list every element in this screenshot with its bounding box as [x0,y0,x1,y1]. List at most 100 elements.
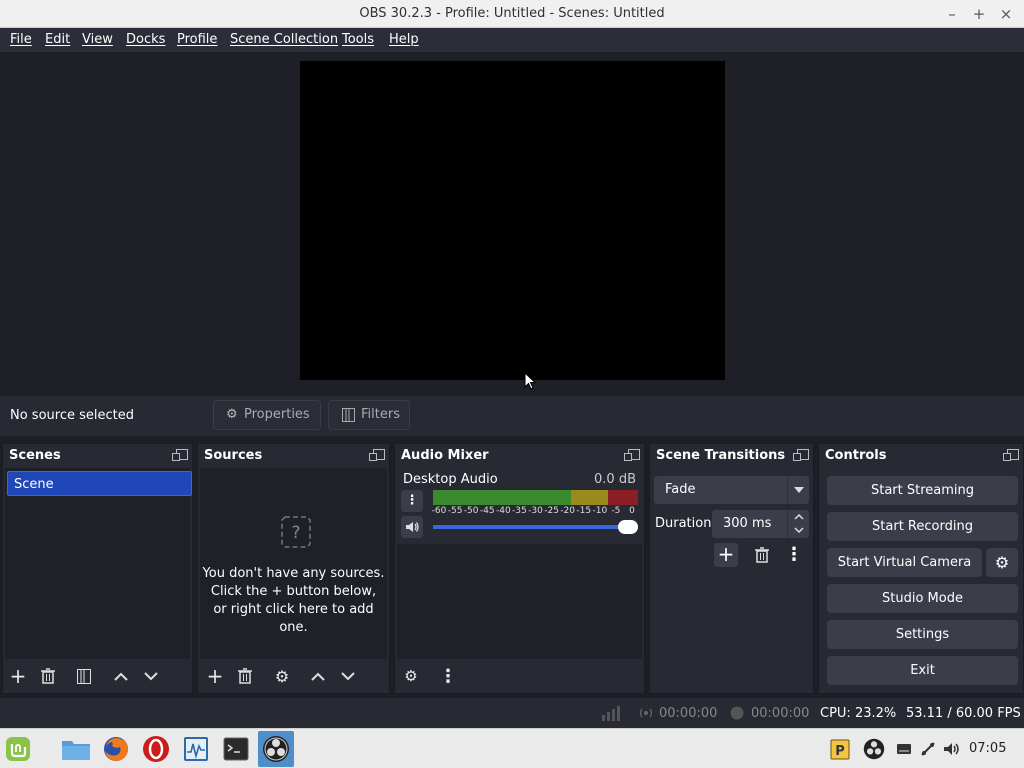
add-source-button[interactable]: + [203,664,227,688]
transition-select[interactable]: Fade [654,476,809,504]
start-streaming-button[interactable]: Start Streaming [827,476,1018,505]
meter-tick-label: -50 [463,506,479,516]
menu-tools[interactable]: Tools [342,32,374,47]
menu-view[interactable]: View [82,32,113,47]
undock-icon[interactable] [369,449,385,461]
network-icon [921,742,935,756]
duration-label: Duration [655,516,712,531]
maximize-button[interactable]: + [969,4,989,24]
undock-icon[interactable] [1003,449,1019,461]
remove-source-button[interactable] [233,665,257,687]
properties-button[interactable]: ⚙ Properties [213,400,321,430]
move-source-down-button[interactable] [336,665,360,687]
record-time: 00:00:00 [751,706,810,721]
scene-transitions-title: Scene Transitions [656,448,786,463]
app-red-taskbar-button[interactable] [140,733,172,765]
terminal-taskbar-button[interactable] [220,733,252,765]
mixer-menu-button[interactable]: ⋮ [436,665,460,687]
taskbar: P 07:05 [0,728,1024,768]
scene-filters-button[interactable] [72,665,96,687]
empty-sources-line-3: or right click here to add one. [213,602,374,635]
duration-stepper[interactable] [787,510,809,538]
scenes-list: Scene [5,468,192,659]
settings-button[interactable]: Settings [827,620,1018,649]
meter-yellow-zone [571,490,608,505]
advanced-audio-button[interactable]: ⚙ [399,665,423,687]
remove-transition-button[interactable] [750,543,774,567]
menu-scene-collection[interactable]: Scene Collection [230,32,338,47]
tray-volume-button[interactable] [938,733,966,765]
chevron-up-icon [114,672,128,681]
mute-button[interactable] [401,516,423,538]
add-transition-button[interactable]: + [714,543,738,567]
sources-dock: Sources ? You don't have any sources. Cl… [197,443,390,694]
chevron-up-icon[interactable] [794,514,804,520]
close-button[interactable]: × [996,4,1016,24]
scenes-title: Scenes [9,448,61,463]
volume-slider-handle[interactable] [618,520,638,534]
menu-profile[interactable]: Profile [177,32,217,47]
volume-icon [944,743,959,755]
system-monitor-taskbar-button[interactable] [180,733,212,765]
controls-dock: Controls Start Streaming Start Recording… [818,443,1024,694]
files-taskbar-button[interactable] [60,733,92,765]
minimize-button[interactable]: – [942,4,962,24]
add-scene-button[interactable]: + [6,664,30,688]
filters-label: Filters [361,407,400,422]
folder-icon [62,741,90,760]
scenes-toolbar: + [3,659,192,693]
clipboard-icon: P [830,739,850,760]
sources-list[interactable]: ? You don't have any sources. Click the … [200,468,387,659]
filters-button[interactable]: Filters [328,400,410,430]
chevron-down-icon [794,487,804,493]
volume-slider[interactable] [433,520,638,534]
trash-icon [755,547,769,563]
chevron-down-icon[interactable] [794,527,804,533]
menu-docks[interactable]: Docks [126,32,165,47]
meter-tick-label: 0 [629,506,635,516]
gear-icon: ⚙ [994,553,1010,572]
mixer-channel: Desktop Audio 0.0 dB ⋮ -60 -55 -50 -45 -… [397,468,642,544]
obs-taskbar-button[interactable] [258,731,294,767]
menu-help[interactable]: Help [389,32,419,47]
tray-obs-button[interactable] [860,733,888,765]
system-monitor-icon [184,737,208,761]
exit-button[interactable]: Exit [827,656,1018,685]
clock[interactable]: 07:05 [969,741,1006,756]
undock-icon[interactable] [793,449,809,461]
filter-icon [342,408,355,422]
record-icon [730,706,744,720]
remove-scene-button[interactable] [36,665,60,687]
volume-meter [433,490,638,505]
meter-tick-label: -20 [560,506,576,516]
undock-icon[interactable] [624,449,640,461]
svg-text:?: ? [291,523,300,543]
scene-list-item[interactable]: Scene [7,471,192,496]
question-icon: ? [281,516,311,548]
move-scene-down-button[interactable] [139,665,163,687]
studio-mode-button[interactable]: Studio Mode [827,584,1018,613]
virtual-camera-settings-button[interactable]: ⚙ [986,548,1018,577]
menu-edit[interactable]: Edit [45,32,70,47]
firefox-taskbar-button[interactable] [100,733,132,765]
terminal-icon [223,737,249,761]
duration-field[interactable]: 300 ms [712,510,809,538]
meter-red-zone [608,490,638,505]
start-recording-button[interactable]: Start Recording [827,512,1018,541]
dropdown-button[interactable] [787,476,809,504]
channel-menu-button[interactable]: ⋮ [401,490,423,512]
transition-menu-button[interactable]: ⋮ [782,543,806,567]
move-scene-up-button[interactable] [109,665,133,687]
filter-icon [77,668,91,684]
menu-file[interactable]: File [10,32,32,47]
opera-icon [143,736,169,762]
move-source-up-button[interactable] [306,665,330,687]
stream-time: 00:00:00 [659,706,718,721]
undock-icon[interactable] [172,449,188,461]
stream-icon [639,708,653,718]
start-virtual-camera-button[interactable]: Start Virtual Camera [827,548,982,577]
source-properties-button[interactable]: ⚙ [270,665,294,687]
tray-app-icon-button[interactable]: P [826,733,854,765]
mint-menu-button[interactable] [2,733,34,765]
preview-canvas[interactable] [300,61,725,380]
